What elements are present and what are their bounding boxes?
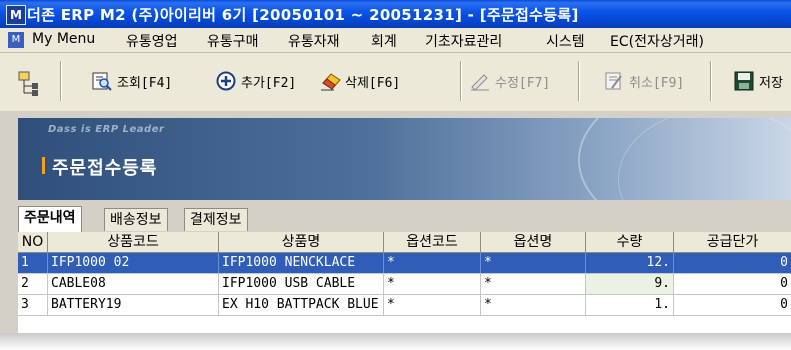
table-row[interactable]: 1 IFP1000 02 IFP1000 NENCKLACE * * 12. 0 [18,253,791,274]
edit-button-label: 수정[F7] [495,75,551,91]
cell-unit-price[interactable]: 0 [674,253,791,273]
save-disk-icon [734,71,754,91]
app-menu-icon[interactable]: M [8,32,24,48]
erp-window: M 더존 ERP M2 (주)아이리버 6기 [20050101 ~ 20051… [0,0,791,333]
save-button-label: 저장 [759,75,783,91]
menu-item-master-data[interactable]: 기초자료관리 [425,31,502,51]
banner-slogan: Dass is ERP Leader [48,124,165,135]
cell-option-code[interactable]: * [384,274,481,294]
search-button[interactable]: 조회[F4] [92,66,172,96]
cell-product-code[interactable]: CABLE08 [48,274,219,294]
cell-product-name[interactable]: EX H10 BATTPACK BLUE [219,295,384,315]
tab-delivery-info[interactable]: 배송정보 [104,208,168,231]
menu-item-material[interactable]: 유통자재 [288,31,340,51]
column-header-unit-price[interactable]: 공급단가 [674,232,791,252]
column-header-product-code[interactable]: 상품코드 [48,232,219,252]
cell-unit-price[interactable]: 0 [674,295,791,315]
add-button[interactable]: 추가[F2] [216,66,296,96]
column-header-quantity[interactable]: 수량 [586,232,674,252]
add-circle-icon [216,71,236,91]
column-header-option-name[interactable]: 옵션명 [481,232,586,252]
order-grid: NO 상품코드 상품명 옵션코드 옵션명 수량 공급단가 1 IFP1000 0… [18,232,791,333]
banner-accent-bar [42,157,45,174]
cancel-button-label: 취소[F9] [629,75,685,91]
org-tree-button[interactable] [18,66,38,96]
cancel-document-icon [604,71,624,91]
tab-order-details[interactable]: 주문내역 [18,206,82,232]
cell-product-code[interactable]: BATTERY19 [48,295,219,315]
cell-quantity[interactable]: 1. [586,295,674,315]
cell-option-name[interactable]: * [481,253,586,273]
menu-item-sales[interactable]: 유통영업 [126,31,178,51]
menu-item-ec[interactable]: EC(전자상거래) [610,31,704,51]
column-header-product-name[interactable]: 상품명 [219,232,384,252]
cell-option-code[interactable]: * [384,253,481,273]
menu-item-purchase[interactable]: 유통구매 [207,31,259,51]
edit-pencil-icon [470,71,490,91]
table-row[interactable]: 3 BATTERY19 EX H10 BATTPACK BLUE * * 1. … [18,295,791,316]
toolbar: 조회[F4] 추가[F2] 삭제[F6] 수정[F7] 취소[F9] 저장 [0,53,791,111]
tab-payment-info[interactable]: 결제정보 [184,208,248,231]
add-button-label: 추가[F2] [241,75,297,91]
cell-product-name[interactable]: IFP1000 NENCKLACE [219,253,384,273]
search-document-icon [92,71,112,91]
eraser-delete-icon [320,71,341,91]
cell-quantity[interactable]: 12. [586,253,674,273]
window-title: 더존 ERP M2 (주)아이리버 6기 [20050101 ~ 2005123… [27,6,579,24]
save-button[interactable]: 저장 [734,66,783,96]
column-header-option-code[interactable]: 옵션코드 [384,232,481,252]
tab-strip: 주문내역 배송정보 결제정보 [18,206,791,232]
menu-item-my-menu[interactable]: My Menu [32,31,95,47]
page-banner: Dass is ERP Leader 주문접수등록 [18,118,791,200]
grid-header: NO 상품코드 상품명 옵션코드 옵션명 수량 공급단가 [18,232,791,253]
table-row[interactable]: 2 CABLE08 IFP1000 USB CABLE * * 9. 0 [18,274,791,295]
menu-item-system[interactable]: 시스템 [546,31,585,51]
cell-quantity[interactable]: 9. [586,274,674,294]
org-tree-icon [18,71,38,96]
cancel-button[interactable]: 취소[F9] [604,66,684,96]
column-header-no[interactable]: NO [18,232,48,252]
delete-button-label: 삭제[F6] [345,75,401,91]
app-logo-icon: M [6,5,26,25]
cell-no: 1 [18,253,48,273]
delete-button[interactable]: 삭제[F6] [320,66,400,96]
search-button-label: 조회[F4] [117,75,173,91]
cell-option-name[interactable]: * [481,274,586,294]
menu-item-accounting[interactable]: 회계 [371,31,397,51]
page-title: 주문접수등록 [52,158,158,179]
cell-no: 3 [18,295,48,315]
menu-bar: M My Menu 유통영업 유통구매 유통자재 회계 기초자료관리 시스템 E… [0,28,791,53]
cell-option-code[interactable]: * [384,295,481,315]
cell-unit-price[interactable]: 0 [674,274,791,294]
cell-option-name[interactable]: * [481,295,586,315]
cell-no: 2 [18,274,48,294]
cell-product-name[interactable]: IFP1000 USB CABLE [219,274,384,294]
title-bar[interactable]: M 더존 ERP M2 (주)아이리버 6기 [20050101 ~ 20051… [0,0,791,28]
edit-button[interactable]: 수정[F7] [470,66,550,96]
cell-product-code[interactable]: IFP1000 02 [48,253,219,273]
